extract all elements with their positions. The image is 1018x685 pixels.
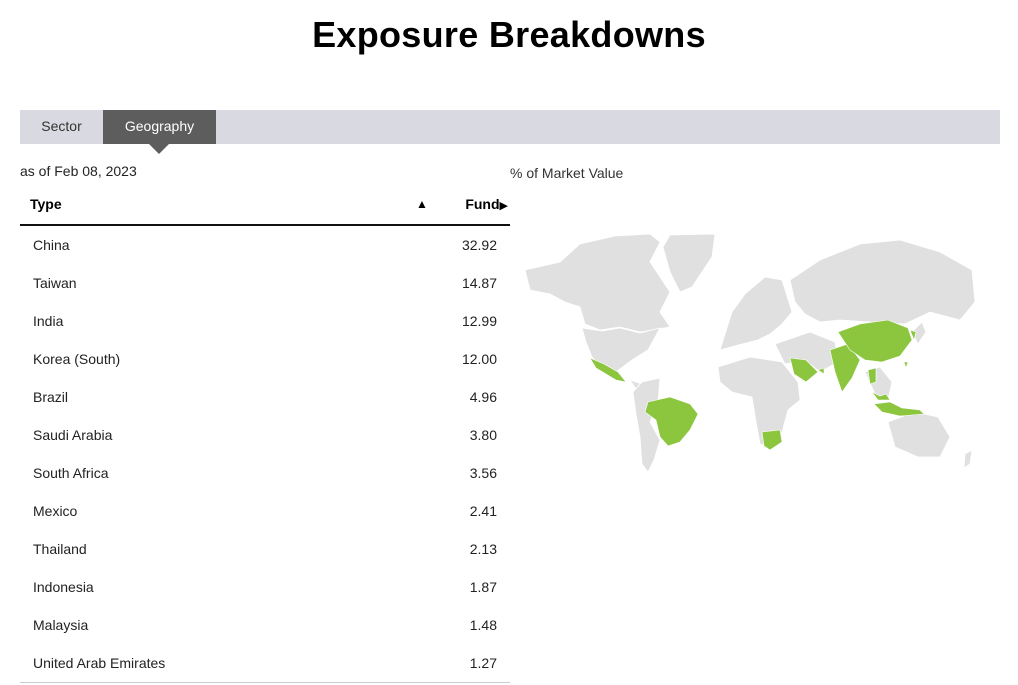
table-row: Brazil 4.96 <box>20 378 510 416</box>
country-name: Brazil <box>33 389 69 405</box>
country-name: Korea (South) <box>33 351 121 367</box>
table-row: Malaysia 1.48 <box>20 606 510 644</box>
fund-weight: 4.96 <box>469 389 497 405</box>
map-australia <box>887 411 951 458</box>
country-name: Saudi Arabia <box>33 427 113 443</box>
fund-weight: 2.13 <box>469 541 497 557</box>
table-body: China 32.92 Taiwan 14.87 India 12.99 Korea (So… <box>20 226 510 682</box>
fund-weight: 1.48 <box>469 617 497 633</box>
sort-ascending-icon[interactable]: ▲ <box>416 197 428 211</box>
map-taiwan <box>903 361 909 369</box>
fund-weight: 3.80 <box>469 427 497 443</box>
table-row: South Africa 3.56 <box>20 454 510 492</box>
table-row: China 32.92 <box>20 226 510 264</box>
map-usa <box>581 327 661 373</box>
table-footer-divider <box>20 682 510 684</box>
active-tab-caret-icon <box>149 144 169 154</box>
map-greenland <box>662 233 716 293</box>
table-row: Taiwan 14.87 <box>20 264 510 302</box>
table-row: United Arab Emirates 1.27 <box>20 644 510 682</box>
sort-arrow-icon: ▶ <box>499 200 508 212</box>
country-name: Mexico <box>33 503 78 519</box>
map-new-zealand <box>963 449 973 469</box>
country-name: Taiwan <box>33 275 77 291</box>
table-row: Indonesia 1.87 <box>20 568 510 606</box>
tab-sector[interactable]: Sector <box>20 110 103 144</box>
table-row: Korea (South) 12.00 <box>20 340 510 378</box>
column-header-fund-label: Fund <box>465 196 500 212</box>
country-name: Thailand <box>33 541 87 557</box>
fund-weight: 12.00 <box>461 351 497 367</box>
fund-weight: 32.92 <box>461 237 497 253</box>
map-russia <box>789 239 976 325</box>
fund-weight: 12.99 <box>461 313 497 329</box>
map-north-america-north <box>524 233 671 333</box>
as-of-date: as of Feb 08, 2023 <box>20 163 137 179</box>
fund-weight: 1.27 <box>469 655 497 671</box>
country-name: China <box>33 237 70 253</box>
map-label: % of Market Value <box>510 165 624 181</box>
map-europe <box>719 276 793 351</box>
table-row: Mexico 2.41 <box>20 492 510 530</box>
table-row: Saudi Arabia 3.80 <box>20 416 510 454</box>
world-map <box>524 233 976 472</box>
map-africa <box>717 356 801 448</box>
country-name: United Arab Emirates <box>33 655 166 671</box>
tab-geography[interactable]: Geography <box>103 110 216 154</box>
column-header-fund[interactable]: Fund▶ <box>465 196 508 212</box>
fund-weight: 2.41 <box>469 503 497 519</box>
fund-weight: 1.87 <box>469 579 497 595</box>
country-name: South Africa <box>33 465 109 481</box>
map-south-america <box>632 377 661 472</box>
map-indonesia <box>873 401 925 417</box>
tab-geography-label: Geography <box>124 118 195 134</box>
table-row: India 12.99 <box>20 302 510 340</box>
table-header: Type ▲ Fund▶ <box>20 190 510 226</box>
table-row: Thailand 2.13 <box>20 530 510 568</box>
country-name: Indonesia <box>33 579 94 595</box>
country-name: India <box>33 313 64 329</box>
country-name: Malaysia <box>33 617 89 633</box>
fund-weight: 3.56 <box>469 465 497 481</box>
map-south-africa <box>761 429 783 451</box>
geography-table: Type ▲ Fund▶ China 32.92 Taiwan 14.87 India 1… <box>20 190 510 684</box>
tab-bar: Sector Geography <box>20 110 1000 154</box>
page-title: Exposure Breakdowns <box>312 14 706 55</box>
column-header-type[interactable]: Type <box>30 196 62 212</box>
fund-weight: 14.87 <box>461 275 497 291</box>
